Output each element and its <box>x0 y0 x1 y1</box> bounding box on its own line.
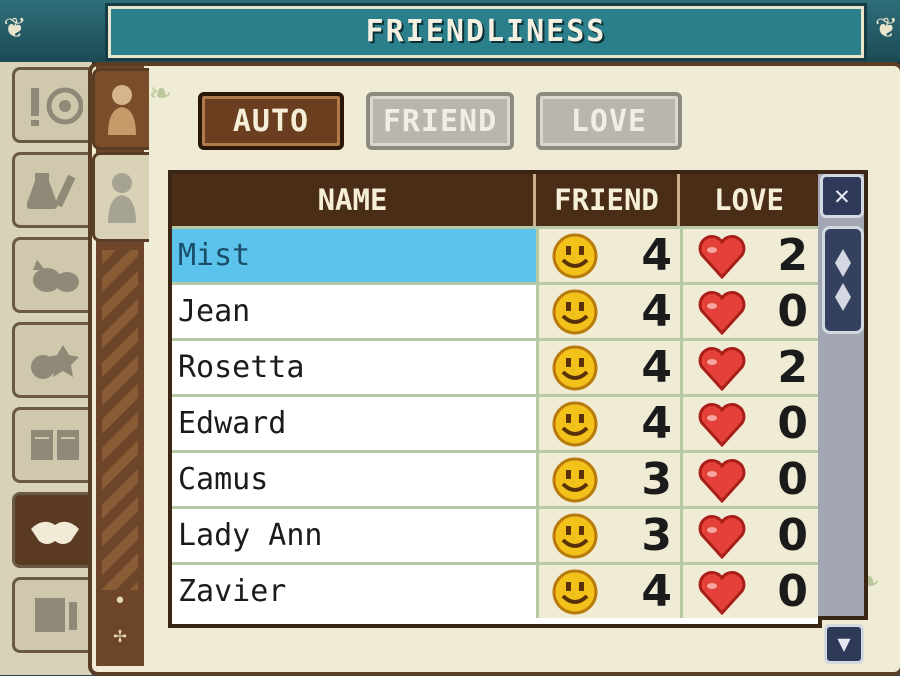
potion-icon <box>27 173 76 210</box>
love-cell: 2 <box>680 229 818 282</box>
scroll-document-icon <box>35 598 77 632</box>
heart-icon <box>698 570 746 615</box>
partner-silhouette-icon <box>108 173 136 223</box>
table-row[interactable]: Lady Ann 3 0 <box>172 506 818 562</box>
character-portrait-icon <box>108 85 136 135</box>
friend-cell: 4 <box>536 341 680 394</box>
thumb-ornament-icon <box>835 249 851 311</box>
handshake-icon <box>31 521 79 544</box>
monster-icon <box>33 260 79 292</box>
friend-level: 3 <box>641 510 672 561</box>
love-cell: 0 <box>680 509 818 562</box>
smiley-icon <box>552 345 598 390</box>
friend-cell: 4 <box>536 565 680 618</box>
column-header-friend: FRIEND <box>536 174 680 226</box>
love-cell: 0 <box>680 565 818 618</box>
smiley-icon <box>552 289 598 334</box>
table-row[interactable]: Mist 4 2 <box>172 226 818 282</box>
tab-status[interactable] <box>12 67 95 143</box>
tab-crops[interactable] <box>12 322 95 398</box>
column-header-love: LOVE <box>714 183 784 217</box>
character-name: Edward <box>172 397 536 450</box>
friend-level: 4 <box>641 230 672 281</box>
character-name: Lady Ann <box>172 509 536 562</box>
tab-friendliness[interactable] <box>12 492 95 568</box>
auto-button[interactable]: AUTO <box>198 92 344 150</box>
table-row[interactable]: Zavier 4 0 <box>172 562 818 618</box>
smiley-icon <box>552 401 598 446</box>
right-ornament-icon: ❦ <box>875 6 896 46</box>
table-row[interactable]: Edward 4 0 <box>172 394 818 450</box>
smiley-icon <box>552 569 598 614</box>
heart-icon <box>698 346 746 391</box>
character-name: Rosetta <box>172 341 536 394</box>
column-header-name: NAME <box>172 174 536 226</box>
close-x-icon[interactable]: ✕ <box>820 174 864 218</box>
title-plate: FRIENDLINESS <box>108 6 864 58</box>
scrollbar-thumb[interactable] <box>822 226 864 334</box>
friend-cell: 4 <box>536 285 680 338</box>
love-cell: 0 <box>680 453 818 506</box>
title-bar: ❦ FRIENDLINESS ❦ <box>0 0 900 66</box>
heart-icon <box>698 290 746 335</box>
character-name: Jean <box>172 285 536 338</box>
love-level: 2 <box>777 230 808 281</box>
smiley-icon <box>552 513 598 558</box>
love-cell: 0 <box>680 397 818 450</box>
heart-icon <box>698 514 746 559</box>
love-level: 0 <box>777 510 808 561</box>
friend-cell: 3 <box>536 509 680 562</box>
sparkle-icon: ✢ <box>113 623 127 648</box>
table-row[interactable]: Camus 3 0 <box>172 450 818 506</box>
friend-cell: 4 <box>536 229 680 282</box>
love-level: 0 <box>777 566 808 617</box>
love-level: 2 <box>777 342 808 393</box>
table-row[interactable]: Jean 4 0 <box>172 282 818 338</box>
tab-records[interactable] <box>12 577 95 653</box>
character-name: Mist <box>172 229 536 282</box>
friend-level: 4 <box>641 286 672 337</box>
table-row[interactable]: Rosetta 4 2 <box>172 338 818 394</box>
vine-ornament-icon: ❧ <box>150 72 171 112</box>
friend-level: 4 <box>641 342 672 393</box>
left-ornament-icon: ❦ <box>4 6 25 46</box>
friend-cell: 4 <box>536 397 680 450</box>
table-header: NAME FRIEND LOVE <box>172 174 818 226</box>
smiley-icon <box>552 457 598 502</box>
love-level: 0 <box>777 398 808 449</box>
crops-icon <box>31 345 79 379</box>
tab-monsters[interactable] <box>12 237 95 313</box>
status-icon <box>31 87 83 126</box>
category-tabs <box>0 62 95 675</box>
heart-icon <box>698 458 746 503</box>
heart-icon <box>698 402 746 447</box>
love-cell: 2 <box>680 341 818 394</box>
friend-level: 4 <box>641 398 672 449</box>
page-title: FRIENDLINESS <box>365 14 607 49</box>
tab-diary[interactable] <box>12 407 95 483</box>
love-level: 0 <box>777 454 808 505</box>
love-cell: 0 <box>680 285 818 338</box>
friend-level: 4 <box>641 566 672 617</box>
chevron-pattern <box>102 250 138 590</box>
smiley-icon <box>552 233 598 278</box>
love-level: 0 <box>777 286 808 337</box>
tab-items[interactable] <box>12 152 95 228</box>
arrow-down-icon[interactable]: ▼ <box>824 624 864 664</box>
character-name: Camus <box>172 453 536 506</box>
character-name: Zavier <box>172 565 536 618</box>
love-sort-button[interactable]: LOVE <box>536 92 682 150</box>
heart-icon <box>698 234 746 279</box>
friend-sort-button[interactable]: FRIEND <box>366 92 514 150</box>
subtab-partner[interactable] <box>92 152 149 242</box>
friend-cell: 3 <box>536 453 680 506</box>
friendliness-table: NAME FRIEND LOVE Mist 4 2 Jean 4 0 Rosetta 4 2 Ed… <box>168 170 822 628</box>
dot-marker-icon: • <box>113 589 127 614</box>
friend-level: 3 <box>641 454 672 505</box>
book-icon <box>31 430 79 460</box>
subtab-character[interactable] <box>92 68 149 150</box>
